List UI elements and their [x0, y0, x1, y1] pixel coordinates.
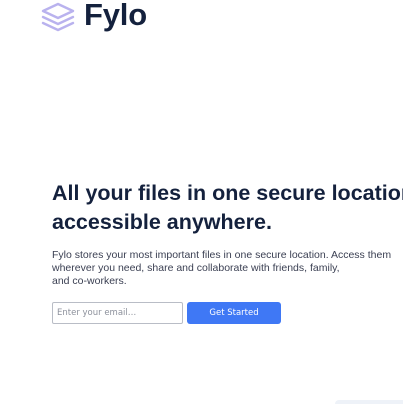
hero-title: All your files in one secure location, a…	[52, 179, 403, 237]
brand-name: Fylo	[84, 0, 147, 32]
hero-description-line: Fylo stores your most important files in…	[52, 249, 392, 261]
email-input[interactable]	[52, 302, 183, 324]
hero-title-line: All your files in one secure location,	[52, 181, 403, 205]
get-started-button[interactable]: Get Started	[187, 302, 281, 324]
hero-title-line: accessible anywhere.	[52, 210, 272, 234]
hero-description-line: wherever you need, share and collaborate…	[52, 262, 340, 274]
hero-description-line: and co-workers.	[52, 275, 127, 287]
hero-section: All your files in one secure location, a…	[52, 179, 403, 324]
stacked-layers-icon	[41, 2, 75, 32]
site-header: Fylo	[40, 0, 147, 34]
corner-decoration	[335, 400, 403, 404]
landing-page: Fylo All your files in one secure locati…	[0, 0, 403, 404]
signup-form: Get Started	[52, 302, 403, 324]
hero-description: Fylo stores your most important files in…	[52, 249, 403, 288]
